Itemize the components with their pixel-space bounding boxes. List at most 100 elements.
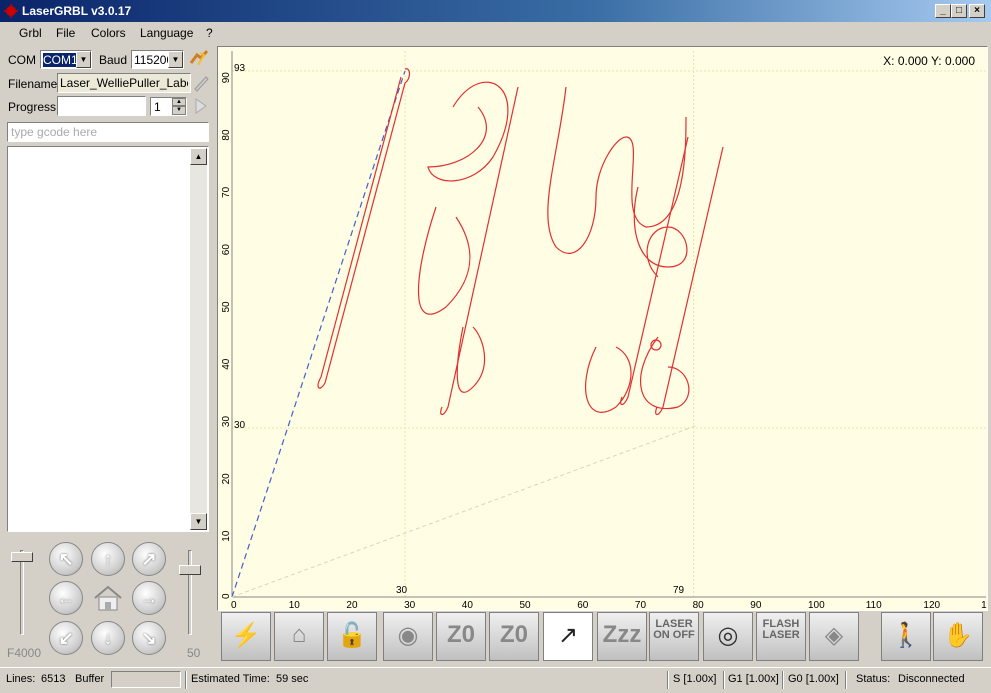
step-slider-thumb[interactable]: [179, 565, 201, 575]
minimize-button[interactable]: _: [935, 4, 951, 18]
stepper-up-icon[interactable]: ▲: [172, 98, 186, 106]
x-tick-label: 60: [577, 600, 589, 610]
x-tick-label: 80: [693, 600, 705, 610]
filename-field: Laser_WelliePuller_Label_S: [57, 73, 191, 93]
menu-help[interactable]: ?: [206, 26, 213, 40]
unlock-button[interactable]: 🔓: [327, 612, 377, 661]
g0-override: G0 [1.00x]: [788, 673, 839, 685]
feed-hold-button[interactable]: ◈: [809, 612, 859, 661]
laser-onoff-icon: LASER ON OFF: [653, 618, 695, 641]
jog-down-left-button[interactable]: ↙: [49, 621, 83, 655]
x-tick-label: 70: [635, 600, 647, 610]
jog-up-left-button[interactable]: ↖: [49, 542, 83, 576]
copies-stepper[interactable]: 1 ▲ ▼: [150, 97, 187, 116]
connect-plug-icon[interactable]: [188, 49, 210, 69]
speed-label: F4000: [7, 646, 42, 660]
status-value: Disconnected: [898, 673, 965, 685]
chevron-down-icon[interactable]: ▼: [168, 51, 183, 68]
jog-down-right-button[interactable]: ↘: [132, 621, 166, 655]
sleep-button[interactable]: Zzz: [597, 612, 647, 661]
jog-down-button[interactable]: ↓: [91, 621, 125, 655]
step-slider[interactable]: [179, 550, 201, 635]
cursor-coords: X: 0.000 Y: 0.000: [883, 54, 975, 68]
x-tick-label: 30: [404, 600, 416, 610]
speed-slider[interactable]: [11, 550, 33, 635]
y-tick-label: 40: [221, 358, 232, 370]
x-tick-label: 10: [289, 600, 301, 610]
connect-button[interactable]: ⚡: [221, 612, 271, 661]
copies-value: 1: [154, 100, 161, 114]
x-tick-label: 120: [923, 600, 940, 610]
marker-mid-y: 30: [234, 420, 246, 431]
scroll-down-icon[interactable]: ▼: [190, 513, 207, 530]
x-tick-label: 0: [231, 600, 237, 610]
x-tick-label: 50: [520, 600, 532, 610]
speed-slider-thumb[interactable]: [11, 552, 33, 562]
resume-button[interactable]: 🚶: [881, 612, 931, 661]
status-bar: Lines: 6513 Buffer Estimated Time: 59 se…: [0, 667, 991, 693]
padlock-icon: 🔓: [337, 622, 367, 649]
x-tick-label: 13: [981, 600, 987, 610]
console-scrollbar[interactable]: ▲ ▼: [190, 148, 207, 530]
y-tick-label: 30: [221, 416, 232, 428]
lines-label: Lines:: [6, 673, 36, 685]
scroll-up-icon[interactable]: ▲: [190, 148, 207, 165]
zero-z-down-button[interactable]: Z0: [436, 612, 486, 661]
maximize-button[interactable]: □: [951, 4, 967, 18]
focus-button[interactable]: ◎: [703, 612, 753, 661]
menu-file[interactable]: File: [56, 26, 75, 40]
console-log[interactable]: ▲ ▼: [7, 146, 209, 532]
marker-top-y: 93: [234, 63, 246, 74]
x-tick-label: 90: [750, 600, 762, 610]
y-tick-label: 20: [221, 473, 232, 485]
jog-up-right-button[interactable]: ↗: [132, 542, 166, 576]
laser-on-off-button[interactable]: LASER ON OFF: [649, 612, 699, 661]
buffer-label: Buffer: [75, 673, 105, 685]
menu-colors[interactable]: Colors: [91, 26, 126, 40]
left-panel: COM COM1 ▼ Baud 115200 ▼ Filename Laser_…: [3, 45, 212, 665]
g1-override: G1 [1.00x]: [728, 673, 779, 685]
marker-bottom-x-left: 30: [396, 585, 408, 596]
laser-app-icon: [4, 4, 18, 18]
jog-up-button[interactable]: ↑: [91, 542, 125, 576]
abort-button[interactable]: ✋: [933, 612, 983, 661]
gcode-input[interactable]: type gcode here: [7, 122, 209, 142]
gcode-placeholder: type gcode here: [11, 125, 98, 139]
set-origin-button[interactable]: ◉: [383, 612, 433, 661]
y-tick-label: 70: [221, 186, 232, 198]
jog-home-button[interactable]: [91, 581, 125, 615]
run-icon[interactable]: [194, 97, 208, 115]
y-tick-label: 10: [221, 530, 232, 542]
home-button[interactable]: ⌂: [274, 612, 324, 661]
x-tick-label: 100: [808, 600, 825, 610]
open-file-icon[interactable]: [192, 73, 210, 93]
jog-right-button[interactable]: →: [132, 581, 166, 615]
filename-label: Filename: [8, 77, 58, 91]
menu-language[interactable]: Language: [140, 26, 193, 40]
x-tick-label: 20: [346, 600, 358, 610]
y-tick-label: 50: [221, 301, 232, 313]
y-tick-label: 0: [221, 593, 232, 599]
progress-bar: [57, 96, 146, 116]
menu-grbl[interactable]: Grbl: [19, 26, 42, 40]
com-port-select[interactable]: COM1 ▼: [40, 50, 92, 69]
progress-label: Progress: [8, 100, 57, 114]
zero-z-up-button[interactable]: Z0: [489, 612, 539, 661]
y-tick-label: 90: [221, 72, 232, 84]
baud-select[interactable]: 115200 ▼: [131, 50, 184, 69]
x-tick-label: 110: [866, 600, 882, 610]
jog-left-button[interactable]: ←: [49, 581, 83, 615]
frame-button[interactable]: ↗: [543, 612, 593, 661]
y-tick-label: 80: [221, 129, 232, 141]
package-icon: ◈: [824, 622, 844, 649]
status-label: Status:: [856, 673, 891, 685]
stepper-down-icon[interactable]: ▼: [172, 106, 186, 115]
close-button[interactable]: ×: [969, 4, 985, 18]
estimated-label: Estimated Time:: [191, 673, 270, 685]
preview-canvas[interactable]: 0102030405060708090100110120130102030405…: [217, 46, 988, 611]
rapid-move-path-faint: [231, 424, 699, 598]
home-icon: [94, 585, 122, 611]
marker-bottom-x-right: 79: [673, 585, 685, 596]
flash-laser-button[interactable]: FLASH LASER: [756, 612, 806, 661]
chevron-down-icon[interactable]: ▼: [76, 51, 91, 68]
